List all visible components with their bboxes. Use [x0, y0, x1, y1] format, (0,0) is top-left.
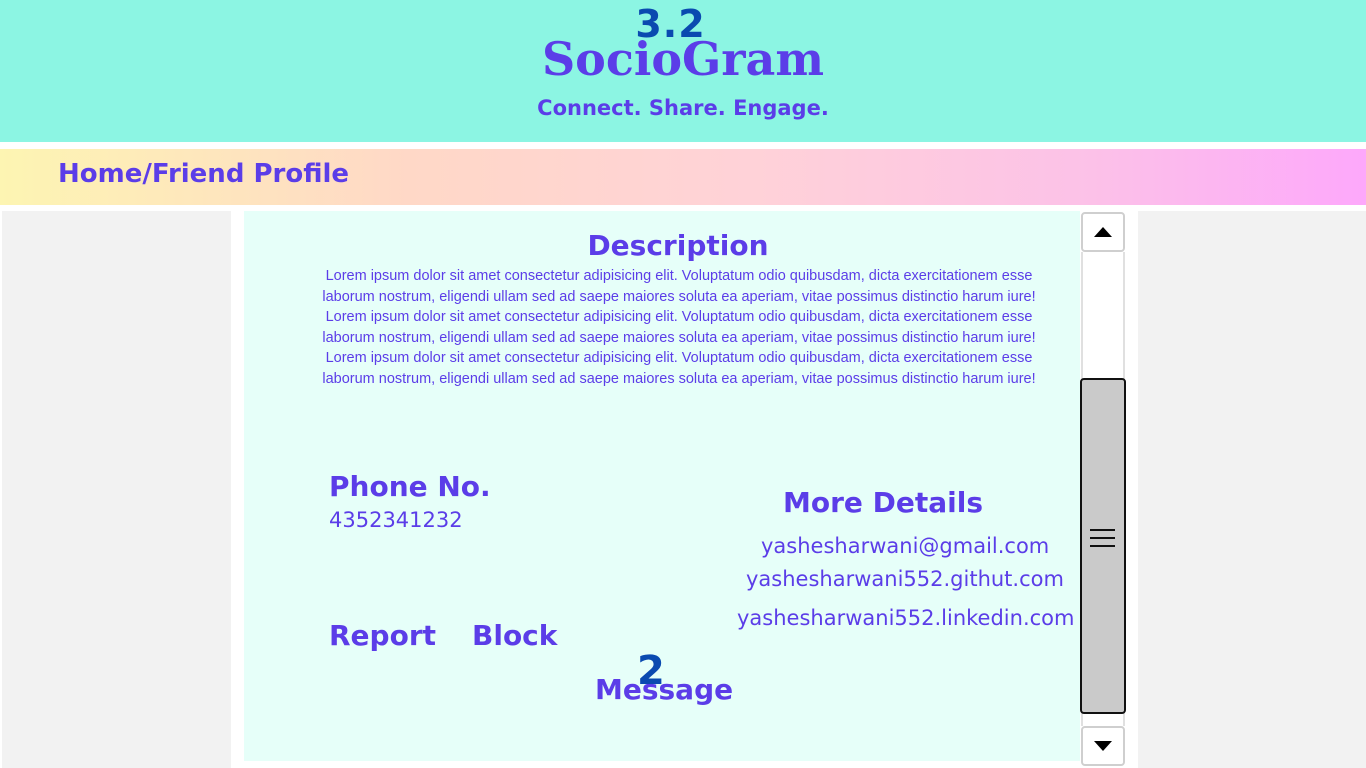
hamburger-grip-icon [1090, 529, 1115, 547]
report-button[interactable]: Report [329, 619, 436, 652]
description-paragraph: Lorem ipsum dolor sit amet consectetur a… [322, 309, 1036, 346]
more-details-title: More Details [783, 486, 984, 519]
tagline: Connect. Share. Engage. [537, 96, 829, 120]
phone-value: 4352341232 [329, 508, 463, 532]
right-sidebar [1138, 211, 1366, 768]
triangle-up-icon [1094, 227, 1112, 237]
description-title: Description [587, 229, 769, 262]
triangle-down-icon [1094, 741, 1112, 751]
breadcrumb[interactable]: Home/Friend Profile [58, 159, 349, 189]
brand-logo-text[interactable]: SocioGram [0, 32, 1366, 86]
email-link[interactable]: yashesharwani@gmail.com [761, 534, 1049, 558]
phone-label: Phone No. [329, 470, 491, 503]
left-sidebar [2, 211, 231, 768]
block-button[interactable]: Block [472, 619, 557, 652]
page-number-overlay: 2 [637, 648, 665, 694]
description-paragraph: Lorem ipsum dolor sit amet consectetur a… [322, 350, 1036, 387]
linkedin-link[interactable]: yashesharwani552.linkedin.com [737, 606, 1074, 630]
github-link[interactable]: yashesharwani552.githut.com [746, 567, 1064, 591]
description-paragraph: Lorem ipsum dolor sit amet consectetur a… [322, 268, 1036, 305]
description-body: Lorem ipsum dolor sit amet consectetur a… [322, 266, 1036, 390]
